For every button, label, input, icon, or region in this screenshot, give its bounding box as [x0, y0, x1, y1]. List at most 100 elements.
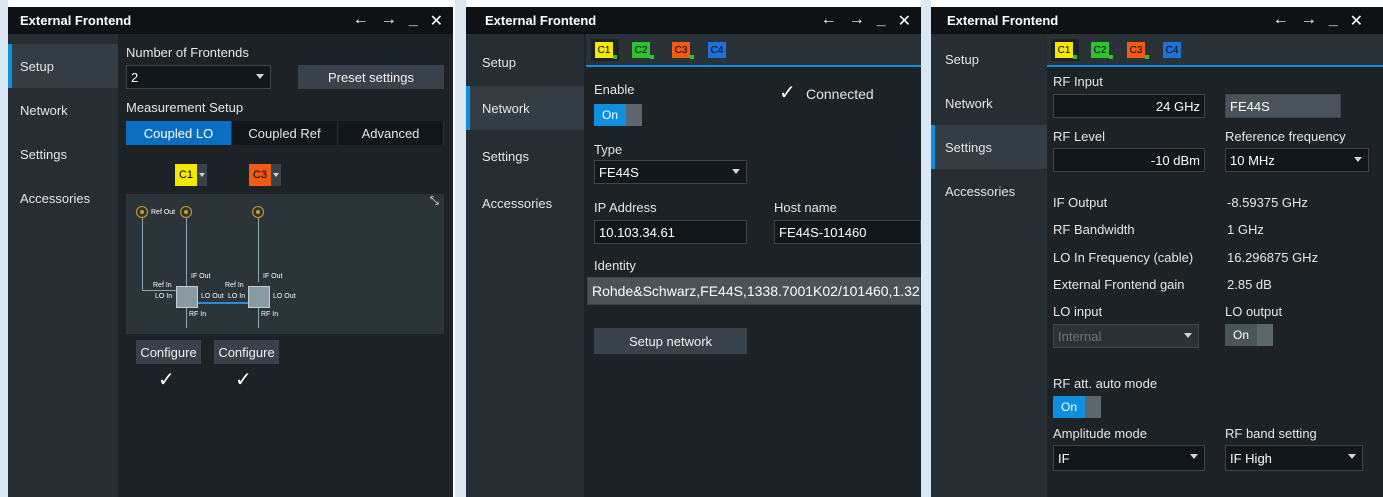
title-bar: External Frontend ← → _ ✕ [8, 7, 453, 34]
close-icon[interactable]: ✕ [1350, 11, 1363, 31]
host-name-input[interactable]: FE44S-101460 [774, 220, 921, 244]
rf-att-auto-mode-label: RF att. auto mode [1053, 376, 1158, 391]
rf-input-label: RF Input [1053, 74, 1103, 89]
lo-output-toggle[interactable]: On [1225, 324, 1273, 346]
tab-c2[interactable]: C2 [628, 39, 656, 61]
tab-c4[interactable]: C4 [1159, 39, 1187, 61]
toggle-knob [626, 104, 642, 126]
channel-chip-c3: C3 [672, 42, 690, 58]
close-icon[interactable]: ✕ [430, 11, 443, 31]
connected-status: Connected [806, 86, 874, 102]
sidebar-item-network[interactable]: Network [466, 86, 584, 130]
window-title: External Frontend [20, 13, 132, 28]
panel-setup: External Frontend ← → _ ✕ Setup Network … [8, 7, 453, 497]
sidebar-item-setup[interactable]: Setup [931, 37, 1047, 81]
type-dropdown[interactable]: FE44S [594, 160, 747, 184]
channel-tabs: C1 C2 C3 C4 [1047, 34, 1383, 67]
back-arrow-icon[interactable]: ← [353, 11, 369, 31]
sidebar-item-setup[interactable]: Setup [466, 40, 584, 84]
chevron-down-icon [732, 169, 740, 174]
enable-toggle[interactable]: On [594, 104, 642, 126]
connection-diagram: ⤡ Ref Out IF Out Ref In LO In LO Out RF … [126, 194, 444, 334]
status-dot [1145, 55, 1149, 59]
segment-coupled-ref[interactable]: Coupled Ref [232, 121, 338, 145]
configure-button-1[interactable]: Configure [136, 340, 201, 364]
identity-label: Identity [594, 258, 636, 273]
sidebar-item-label: Setup [945, 51, 979, 67]
wire [186, 308, 187, 328]
if-out-label: IF Out [263, 273, 283, 280]
rf-level-field[interactable]: -10 dBm [1053, 148, 1205, 172]
configure-button-2[interactable]: Configure [214, 340, 279, 364]
tab-c1[interactable]: C1 [591, 39, 619, 61]
segment-coupled-lo[interactable]: Coupled LO [126, 121, 232, 145]
sidebar-item-accessories[interactable]: Accessories [8, 176, 118, 220]
minimize-icon[interactable]: _ [877, 11, 886, 31]
sidebar-item-accessories[interactable]: Accessories [931, 169, 1047, 213]
back-arrow-icon[interactable]: ← [821, 11, 837, 31]
sidebar-item-label: Accessories [945, 183, 1016, 199]
rf-band-setting-value: IF High [1230, 450, 1272, 466]
reference-frequency-label: Reference frequency [1225, 129, 1346, 144]
if-out-label: IF Out [191, 273, 211, 280]
tab-c2[interactable]: C2 [1087, 39, 1115, 61]
preset-settings-button[interactable]: Preset settings [298, 65, 444, 89]
num-frontends-dropdown[interactable]: 2 [126, 65, 271, 89]
minimize-icon[interactable]: _ [1329, 11, 1338, 31]
tab-c3[interactable]: C3 [1123, 39, 1151, 61]
channel-chip-c2: C2 [632, 42, 650, 58]
check-icon: ✓ [158, 369, 175, 391]
channel-a-select[interactable]: C1 [175, 164, 207, 186]
enable-label: Enable [594, 82, 635, 97]
sidebar-item-network[interactable]: Network [931, 81, 1047, 125]
rf-input-field[interactable]: 24 GHz [1053, 94, 1205, 118]
tab-c1[interactable]: C1 [1051, 39, 1079, 61]
type-value: FE44S [599, 164, 639, 180]
expand-icon[interactable]: ⤡ [430, 195, 439, 208]
tab-c3[interactable]: C3 [668, 39, 696, 61]
lo-in-frequency-value: 16.296875 GHz [1227, 250, 1319, 265]
amplitude-mode-dropdown[interactable]: IF [1053, 445, 1205, 471]
chevron-down-icon [1184, 333, 1192, 338]
sidebar-item-label: Accessories [482, 195, 553, 211]
channel-b-select[interactable]: C3 [249, 164, 281, 186]
setup-network-button[interactable]: Setup network [594, 328, 747, 354]
close-icon[interactable]: ✕ [898, 11, 911, 31]
wire [258, 218, 259, 282]
rf-bandwidth-label: RF Bandwidth [1053, 222, 1135, 237]
forward-arrow-icon[interactable]: → [381, 11, 397, 31]
sidebar-item-label: Network [20, 102, 68, 118]
minimize-icon[interactable]: _ [409, 11, 418, 31]
reference-frequency-dropdown[interactable]: 10 MHz [1225, 148, 1369, 172]
sidebar-item-settings[interactable]: Settings [8, 132, 118, 176]
ip-address-label: IP Address [594, 200, 657, 215]
lo-in-label: LO In [228, 293, 246, 300]
rf-att-auto-mode-toggle[interactable]: On [1053, 396, 1101, 418]
back-arrow-icon[interactable]: ← [1273, 11, 1289, 31]
forward-arrow-icon[interactable]: → [849, 11, 865, 31]
lo-in-label: LO In [155, 293, 173, 300]
rf-in-label: RF In [189, 311, 207, 318]
forward-arrow-icon[interactable]: → [1301, 11, 1317, 31]
sidebar-item-settings[interactable]: Settings [466, 134, 584, 178]
segment-advanced[interactable]: Advanced [338, 121, 444, 145]
if-output-label: IF Output [1053, 195, 1108, 210]
check-icon: ✓ [779, 82, 796, 104]
ip-address-input[interactable]: 10.103.34.61 [594, 220, 747, 244]
window-title: External Frontend [947, 13, 1059, 28]
tab-c4[interactable]: C4 [704, 39, 732, 61]
setup-content: Number of Frontends 2 Preset settings Me… [118, 34, 453, 497]
status-dot [690, 55, 694, 59]
status-dot [650, 55, 654, 59]
sidebar-item-accessories[interactable]: Accessories [466, 181, 584, 225]
sidebar-item-label: Network [945, 95, 993, 111]
sidebar-item-setup[interactable]: Setup [8, 44, 118, 88]
sidebar-item-network[interactable]: Network [8, 88, 118, 132]
rf-band-setting-dropdown[interactable]: IF High [1225, 445, 1363, 471]
sidebar-item-settings[interactable]: Settings [931, 125, 1047, 169]
toggle-knob [1085, 396, 1101, 418]
wire [258, 308, 259, 328]
network-content: C1 C2 C3 C4 Enable On ✓ Connected Type F… [586, 34, 921, 497]
if-output-value: -8.59375 GHz [1227, 195, 1308, 210]
toggle-knob [1257, 324, 1273, 346]
